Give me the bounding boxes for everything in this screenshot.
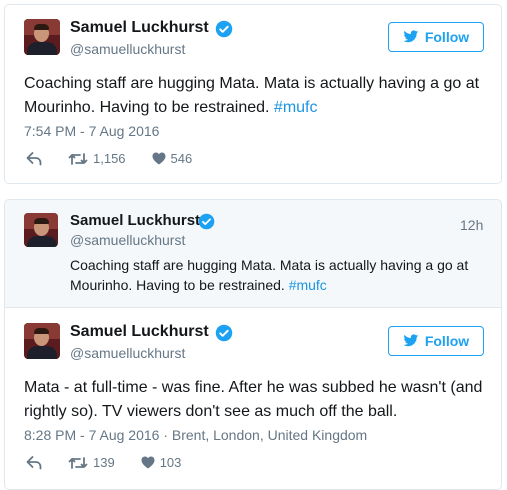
tweet-card-2: Samuel Luckhurst @samuelluckhurst Follow… (4, 308, 502, 490)
heart-icon (141, 456, 155, 469)
reply-icon (26, 151, 42, 165)
like-button[interactable]: 546 (152, 151, 193, 166)
avatar[interactable] (24, 323, 60, 359)
tweet-actions: 139 103 (26, 455, 207, 470)
follow-button[interactable]: Follow (388, 326, 484, 356)
retweet-button[interactable]: 139 (68, 455, 115, 470)
reply-button[interactable] (26, 455, 42, 470)
follow-label: Follow (424, 29, 470, 45)
like-count: 103 (159, 455, 182, 470)
twitter-bird-icon (403, 334, 419, 347)
author-handle[interactable]: @samuelluckhurst (70, 41, 185, 57)
heart-icon (152, 152, 166, 165)
retweet-icon (68, 152, 88, 165)
author-name[interactable]: Samuel Luckhurst (70, 323, 209, 341)
tweet-timestamp[interactable]: 8:28 PM - 7 Aug 2016 · Brent, London, Un… (24, 427, 367, 443)
twitter-bird-icon (403, 30, 419, 43)
author-handle[interactable]: @samuelluckhurst (70, 345, 185, 361)
tweet-text: Coaching staff are hugging Mata. Mata is… (24, 75, 480, 116)
reply-icon (26, 455, 42, 469)
follow-button[interactable]: Follow (388, 22, 484, 52)
retweet-count: 139 (93, 455, 115, 470)
tweet-actions: 1,156 546 (26, 151, 218, 166)
tweet-card-1: Samuel Luckhurst @samuelluckhurst Follow… (4, 4, 502, 184)
author-handle[interactable]: @samuelluckhurst (70, 232, 185, 248)
retweet-button[interactable]: 1,156 (68, 151, 126, 166)
retweet-icon (68, 456, 88, 469)
tweet-text: Mata - at full-time - was fine. After he… (24, 379, 483, 420)
author-name[interactable]: Samuel Luckhurst (70, 19, 209, 37)
avatar[interactable] (24, 213, 58, 247)
quoted-text: Coaching staff are hugging Mata. Mata is… (70, 257, 469, 293)
hashtag-link[interactable]: #mufc (289, 277, 327, 293)
quoted-time[interactable]: 12h (460, 217, 483, 233)
hashtag-link[interactable]: #mufc (274, 99, 318, 116)
avatar[interactable] (24, 19, 60, 55)
quoted-tweet[interactable]: Samuel Luckhurst @samuelluckhurst 12h Co… (4, 199, 502, 308)
follow-label: Follow (424, 333, 470, 349)
retweet-count: 1,156 (93, 151, 126, 166)
verified-badge-icon (215, 324, 233, 342)
like-count: 546 (170, 151, 193, 166)
verified-badge-icon (198, 213, 215, 230)
verified-badge-icon (215, 20, 233, 38)
like-button[interactable]: 103 (141, 455, 182, 470)
reply-button[interactable] (26, 151, 42, 166)
tweet-timestamp[interactable]: 7:54 PM - 7 Aug 2016 (24, 123, 159, 139)
author-name[interactable]: Samuel Luckhurst (70, 212, 200, 229)
